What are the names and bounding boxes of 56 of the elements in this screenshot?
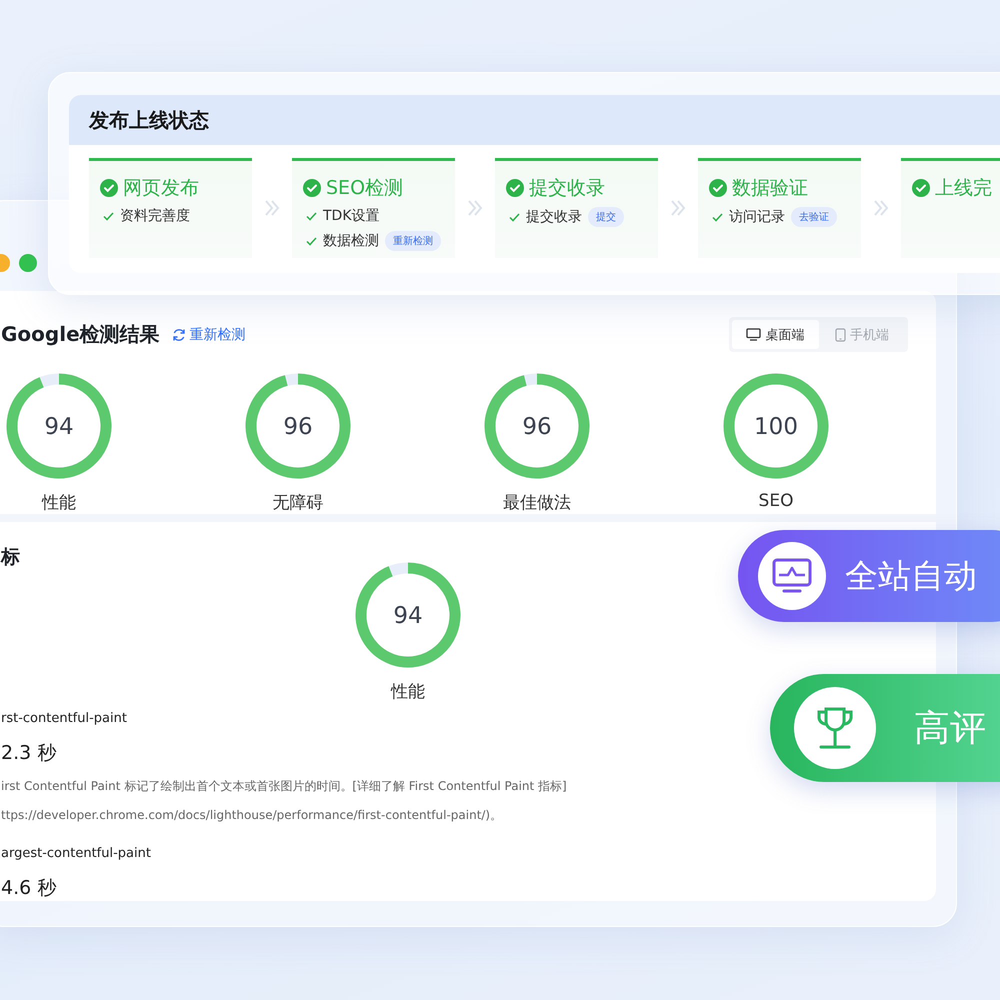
refresh-link[interactable]: 重新检测 — [172, 326, 246, 344]
step-title: 网页发布 — [123, 176, 199, 201]
score-label: 性能 — [42, 492, 76, 514]
metric-description: irst Contentful Paint 标记了绘制出首个文本或首张图片的时间。[详细了解 First Contentful Paint 指标] — [1, 778, 567, 795]
step-item: 数据检测 — [323, 232, 379, 250]
score-value: 94 — [393, 603, 423, 629]
view-tab[interactable]: 桌面端 — [732, 320, 818, 349]
view-tab[interactable]: 手机端 — [818, 320, 905, 349]
score-label: SEO — [758, 491, 794, 511]
pill-text: 全站自动 — [845, 554, 977, 596]
step-title: 数据验证 — [732, 176, 808, 201]
score-label: 最佳做法 — [503, 492, 571, 514]
refresh-icon — [172, 328, 186, 342]
metric-name: argest-contentful-paint — [1, 846, 151, 861]
check-icon — [306, 236, 317, 246]
phone-icon — [834, 328, 846, 342]
action-tag[interactable]: 重新检测 — [385, 231, 441, 251]
score-value: 100 — [754, 414, 798, 440]
double-chevron-icon — [873, 199, 889, 217]
step-item: 提交收录 — [526, 208, 582, 226]
section-title: 标 — [1, 545, 20, 570]
check-icon — [103, 212, 114, 220]
step-item: 访问记录 — [729, 208, 785, 226]
score-value: 94 — [44, 414, 74, 440]
double-chevron-icon — [467, 199, 483, 217]
action-tag[interactable]: 去验证 — [791, 207, 837, 227]
score-label: 性能 — [391, 681, 425, 703]
step-item: TDK设置 — [323, 207, 380, 225]
trophy-icon — [815, 706, 855, 750]
double-chevron-icon — [264, 199, 280, 217]
ring-gap — [40, 374, 60, 388]
score-label: 无障碍 — [272, 492, 324, 514]
ring-gap — [388, 562, 408, 576]
score-value: 96 — [283, 414, 313, 440]
step-title: 上线完 — [935, 176, 992, 201]
ring-gap — [285, 374, 298, 386]
window-controls-icon — [0, 254, 37, 272]
score-value: 96 — [522, 414, 552, 440]
check-icon — [306, 212, 317, 220]
step-item: 资料完善度 — [120, 207, 190, 225]
card-title: 发布上线状态 — [89, 106, 209, 134]
metric-description: ttps://developer.chrome.com/docs/lighthouse/performance/first-contentful-paint/)。 — [1, 807, 502, 824]
pill-text: 高评 — [914, 706, 986, 750]
action-tag[interactable]: 提交 — [588, 207, 624, 227]
chart-monitor-icon — [772, 558, 812, 594]
metric-value: 4.6 秒 — [1, 876, 56, 901]
check-icon — [509, 212, 520, 222]
metric-name: rst-contentful-paint — [1, 711, 127, 726]
metric-value: 2.3 秒 — [1, 741, 56, 766]
step-title: SEO检测 — [326, 176, 404, 201]
section-title: Google检测结果 — [1, 321, 160, 348]
monitor-icon — [746, 328, 762, 341]
check-icon — [712, 212, 723, 222]
double-chevron-icon — [670, 199, 686, 217]
step-title: 提交收录 — [529, 176, 605, 201]
ring-gap — [524, 374, 538, 386]
